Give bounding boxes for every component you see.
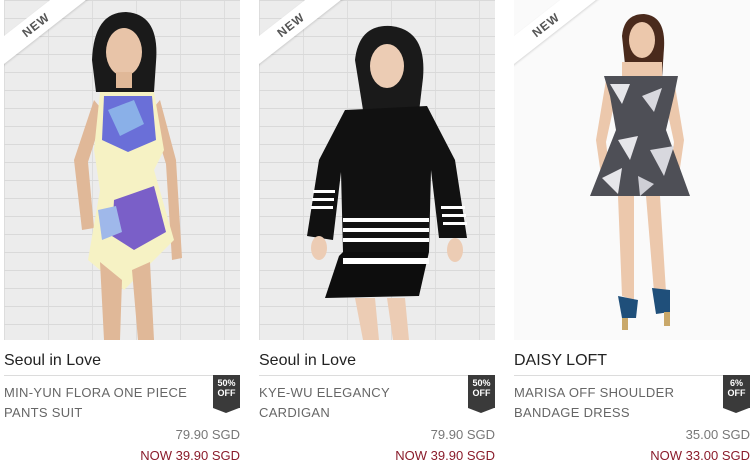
- discount-percent: 6%: [729, 378, 743, 388]
- brand-name[interactable]: DAISY LOFT: [514, 352, 607, 370]
- product-image[interactable]: NEW: [514, 0, 750, 340]
- sale-price: NOW 39.90 SGD: [140, 448, 240, 463]
- product-name-line1: MARISA OFF SHOULDER: [514, 385, 675, 400]
- product-name[interactable]: KYE-WU ELEGANCY CARDIGAN: [259, 383, 459, 423]
- discount-badge: 50% OFF: [468, 375, 495, 413]
- product-name[interactable]: MARISA OFF SHOULDER BANDAGE DRESS: [514, 383, 714, 423]
- new-ribbon: NEW: [514, 0, 604, 90]
- new-ribbon-label: NEW: [259, 0, 346, 71]
- product-name-line1: MIN-YUN FLORA ONE PIECE: [4, 385, 188, 400]
- discount-badge: 50% OFF: [213, 375, 240, 413]
- divider: [514, 375, 750, 376]
- sale-price: NOW 39.90 SGD: [395, 448, 495, 463]
- discount-percent: 50%: [217, 378, 236, 388]
- original-price: 79.90 SGD: [175, 427, 240, 442]
- discount-badge: 6% OFF: [723, 375, 750, 413]
- divider: [259, 375, 495, 376]
- product-card[interactable]: NEW Seoul in Love MIN-YUN FLORA ONE PIEC…: [4, 0, 240, 475]
- product-name[interactable]: MIN-YUN FLORA ONE PIECE PANTS SUIT: [4, 383, 204, 423]
- new-ribbon-label: NEW: [4, 0, 91, 71]
- product-name-line1: KYE-WU ELEGANCY: [259, 385, 390, 400]
- original-price: 35.00 SGD: [685, 427, 750, 442]
- product-image[interactable]: NEW: [259, 0, 495, 340]
- new-ribbon-label: NEW: [514, 0, 601, 71]
- divider: [4, 375, 240, 376]
- discount-word: OFF: [472, 388, 491, 398]
- discount-word: OFF: [727, 388, 746, 398]
- brand-name[interactable]: Seoul in Love: [259, 352, 356, 370]
- sale-price: NOW 33.00 SGD: [650, 448, 750, 463]
- product-name-line2: PANTS SUIT: [4, 405, 83, 420]
- product-name-line2: BANDAGE DRESS: [514, 405, 630, 420]
- new-ribbon: NEW: [4, 0, 94, 90]
- product-grid: NEW Seoul in Love MIN-YUN FLORA ONE PIEC…: [0, 0, 756, 475]
- product-name-line2: CARDIGAN: [259, 405, 331, 420]
- discount-word: OFF: [217, 388, 236, 398]
- product-image[interactable]: NEW: [4, 0, 240, 340]
- brand-name[interactable]: Seoul in Love: [4, 352, 101, 370]
- discount-percent: 50%: [472, 378, 491, 388]
- product-card[interactable]: NEW DAISY LOFT MARISA OFF SHOULDER BANDA…: [514, 0, 750, 475]
- original-price: 79.90 SGD: [430, 427, 495, 442]
- new-ribbon: NEW: [259, 0, 349, 90]
- product-card[interactable]: NEW Seoul in Love KYE-WU ELEGANCY CARDIG…: [259, 0, 495, 475]
